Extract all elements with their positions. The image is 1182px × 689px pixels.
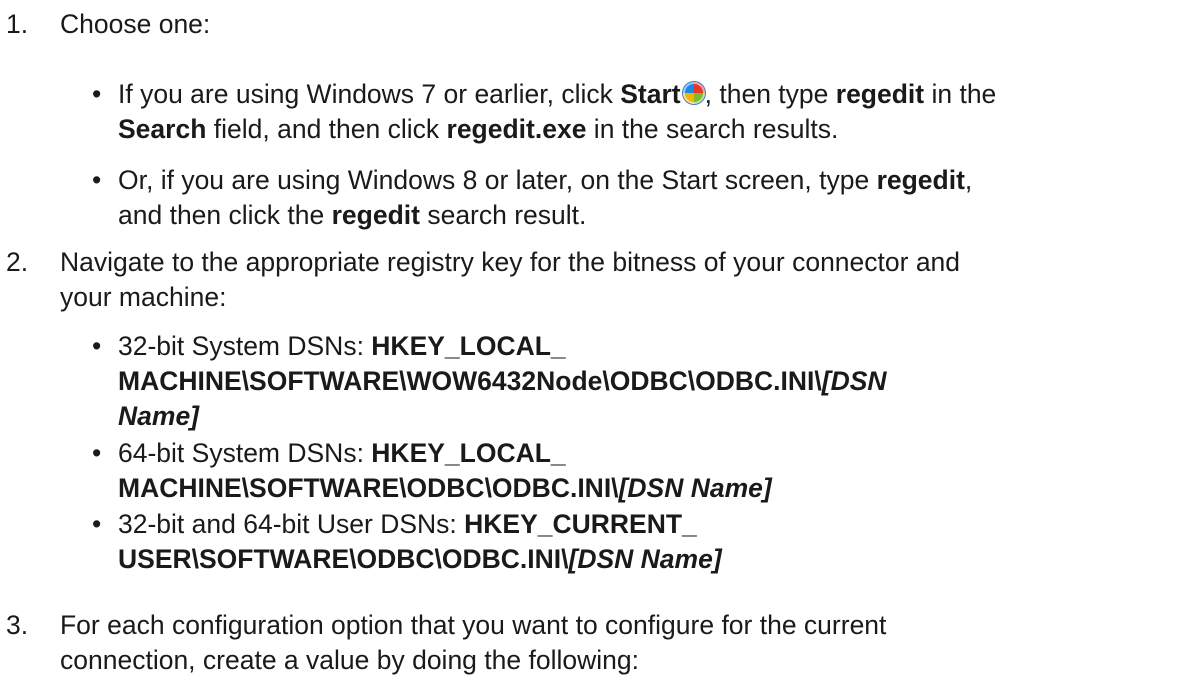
registry-key: MACHINE\SOFTWARE\ODBC\ODBC.INI\ [118,473,619,503]
registry-key: HKEY_LOCAL_ [371,438,566,468]
dsn-placeholder: [DSN Name] [618,473,772,503]
regedit-term: regedit [876,165,965,195]
regedit-term: regedit [835,79,925,109]
bullet-dot: • [92,509,102,539]
registry-key: HKEY_CURRENT_ [464,509,697,539]
step-number: 3. [6,610,29,640]
step-intro: Choose one: [60,9,211,39]
registry-key: HKEY_LOCAL_ [371,331,566,361]
step-text: Navigate to the appropriate registry key… [60,247,961,312]
regedit-exe-term: regedit.exe [446,114,587,144]
bullet-dot: • [92,79,102,109]
registry-key: MACHINE\SOFTWARE\WOW6432Node\ODBC\ODBC.I… [118,366,822,396]
bullet-dot: • [92,331,102,361]
dsn-placeholder: Name] [118,401,200,431]
step-text: For each configuration option that you w… [60,610,887,675]
step-number: 1. [6,9,29,39]
bullet-dot: • [92,165,102,195]
bullet-text: 32-bit and 64-bit User DSNs: HKEY_CURREN… [118,509,722,574]
search-term: Search [118,114,207,144]
start-label: Start [620,79,681,109]
bullet-text: If you are using Windows 7 or earlier, c… [118,79,997,144]
step-number: 2. [6,247,29,277]
dsn-placeholder: [DSN Name] [568,544,722,574]
registry-key: USER\SOFTWARE\ODBC\ODBC.INI\ [118,544,569,574]
bullet-text: 64-bit System DSNs: HKEY_LOCAL_ MACHINE\… [118,438,772,503]
windows-start-orb-icon [682,82,705,104]
bullet-dot: • [92,438,102,468]
bullet-text: Or, if you are using Windows 8 or later,… [118,165,973,230]
regedit-term: regedit [331,200,420,230]
dsn-placeholder: [DSN [821,366,887,396]
document: 1. Choose one: • If you are using Window… [0,0,1182,689]
bullet-text: 32-bit System DSNs: HKEY_LOCAL_ MACHINE\… [118,331,887,431]
